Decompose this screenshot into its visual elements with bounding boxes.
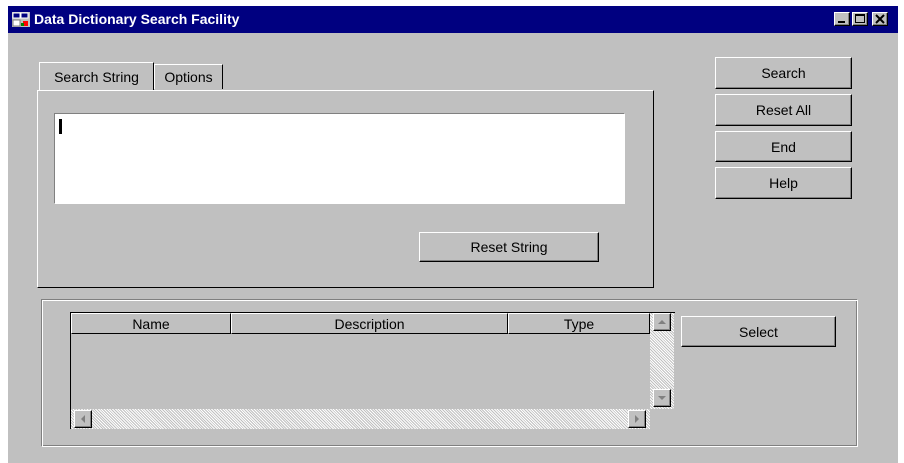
column-header-description[interactable]: Description — [231, 313, 508, 334]
column-description-label: Description — [334, 315, 405, 332]
reset-string-label: Reset String — [470, 239, 548, 255]
results-body — [71, 334, 650, 409]
close-button[interactable] — [872, 12, 888, 26]
search-button[interactable]: Search — [715, 57, 852, 89]
scroll-right-button[interactable] — [628, 410, 646, 428]
scroll-left-button[interactable] — [74, 410, 92, 428]
select-button[interactable]: Select — [681, 316, 836, 347]
help-button[interactable]: Help — [715, 167, 852, 199]
help-button-label: Help — [769, 175, 798, 191]
scroll-down-button[interactable] — [653, 389, 671, 407]
results-grid[interactable]: Name Description Type — [70, 312, 675, 429]
tab-options-label: Options — [164, 69, 213, 85]
window-title: Data Dictionary Search Facility — [34, 11, 240, 27]
horizontal-scrollbar[interactable] — [71, 409, 650, 429]
vertical-scrollbar[interactable] — [650, 313, 674, 409]
tab-search-string[interactable]: Search String — [39, 62, 154, 91]
minimize-button[interactable] — [834, 12, 850, 26]
chevron-up-icon — [658, 320, 666, 324]
chevron-right-icon — [635, 415, 639, 423]
reset-string-button[interactable]: Reset String — [419, 232, 599, 262]
maximize-button[interactable] — [852, 12, 868, 26]
reset-all-button[interactable]: Reset All — [715, 94, 852, 126]
column-type-label: Type — [563, 315, 595, 332]
search-string-panel: Reset String — [37, 90, 654, 288]
close-icon — [875, 14, 885, 24]
tab-search-string-label: Search String — [54, 69, 139, 85]
title-bar[interactable]: Data Dictionary Search Facility — [8, 6, 898, 33]
app-icon[interactable] — [12, 12, 30, 27]
tab-options[interactable]: Options — [154, 64, 223, 89]
end-button-label: End — [771, 138, 796, 155]
column-header-type[interactable]: Type — [508, 313, 650, 334]
maximize-icon — [855, 14, 865, 23]
column-name-label: Name — [132, 315, 170, 332]
minimize-icon — [838, 21, 845, 23]
chevron-left-icon — [81, 415, 85, 423]
end-button[interactable]: End — [715, 131, 852, 162]
column-header-name[interactable]: Name — [71, 313, 231, 334]
text-caret — [59, 119, 62, 134]
main-window: Data Dictionary Search Facility Search S… — [8, 6, 898, 463]
reset-all-label: Reset All — [755, 102, 812, 118]
select-button-label: Select — [739, 323, 778, 340]
search-string-input[interactable] — [54, 113, 625, 204]
search-button-label: Search — [761, 65, 806, 81]
chevron-down-icon — [658, 396, 666, 400]
scroll-up-button[interactable] — [653, 313, 671, 331]
